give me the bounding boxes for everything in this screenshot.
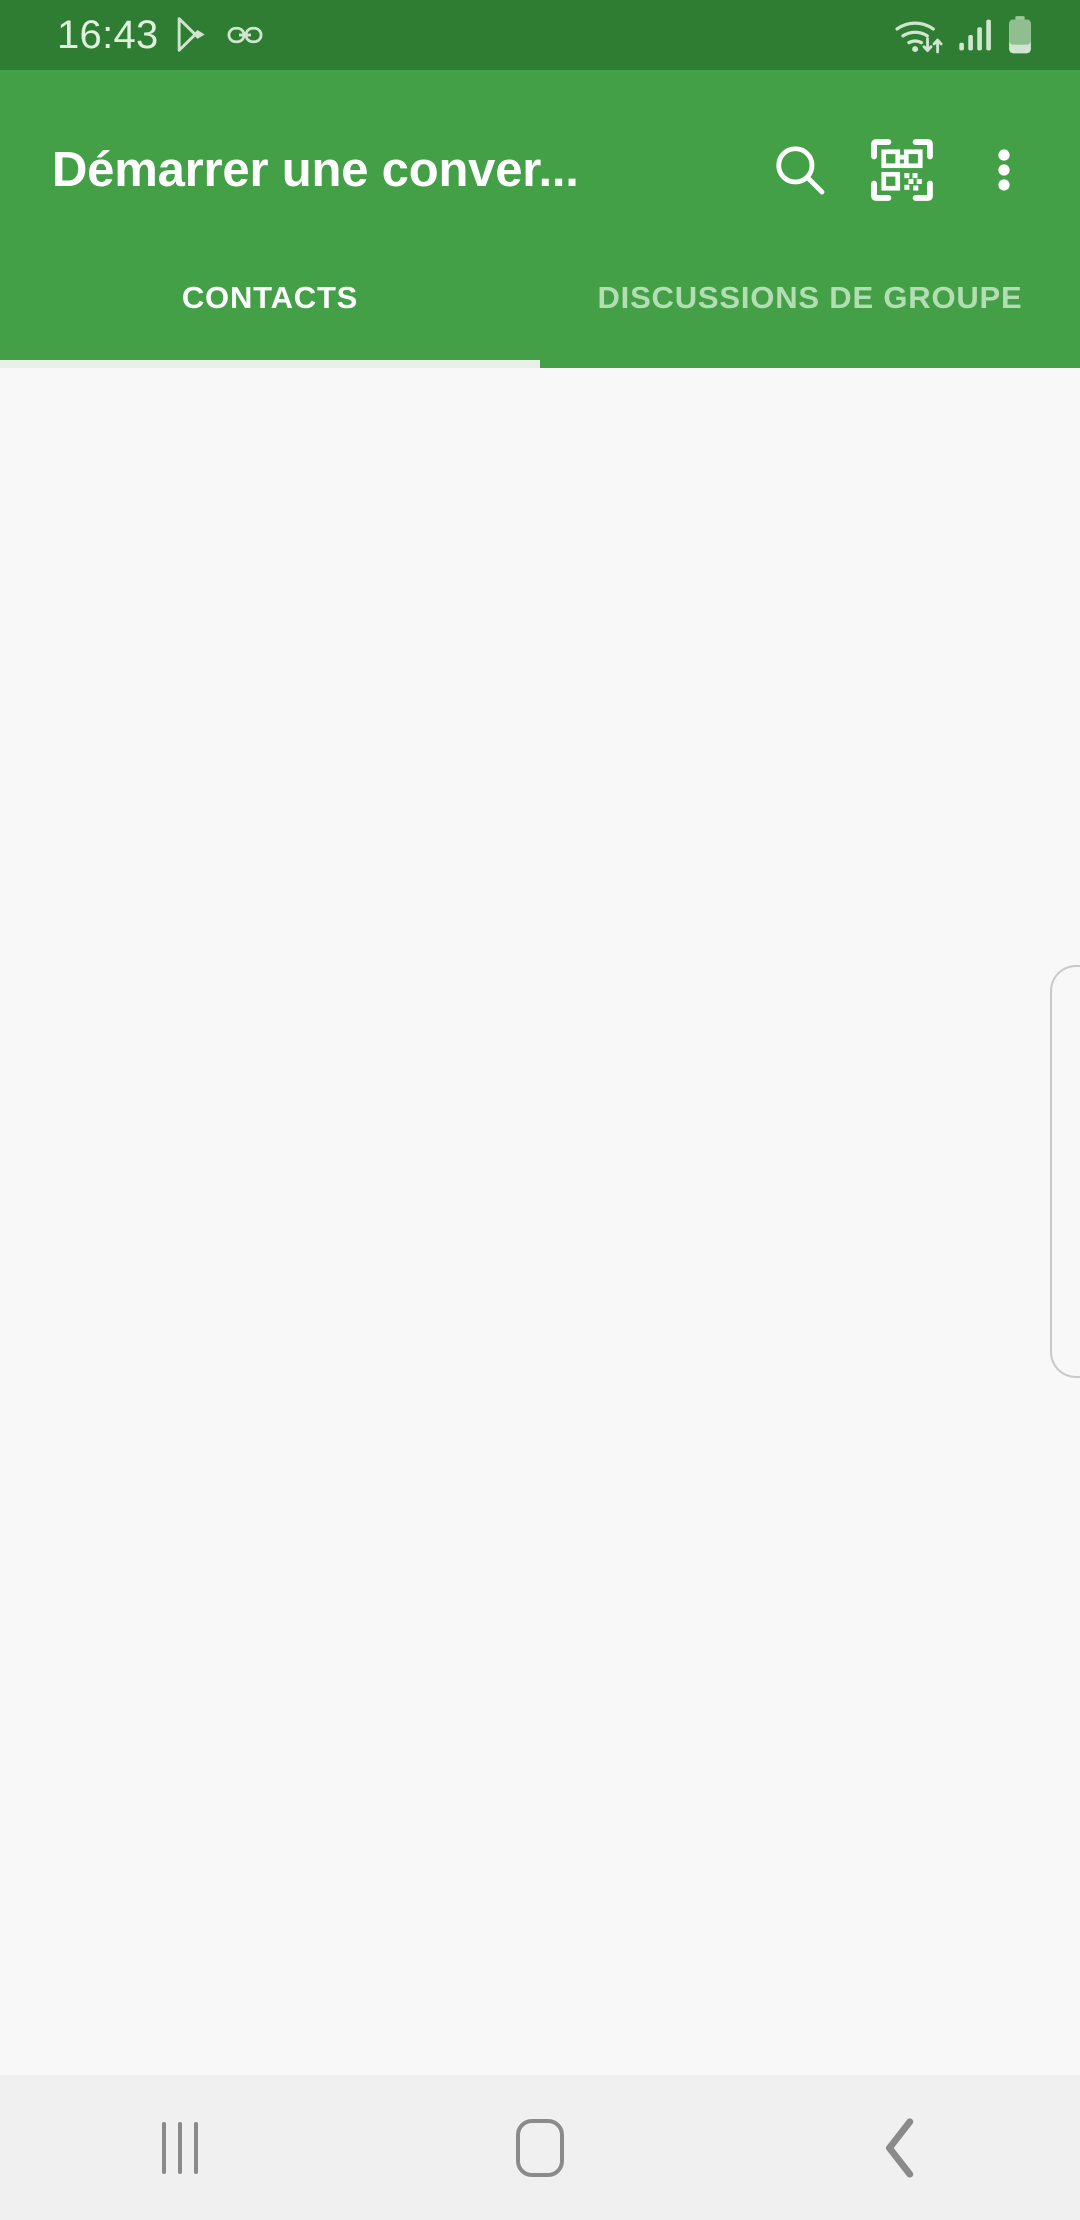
back-chevron-icon — [881, 2117, 919, 2179]
status-bar-right — [893, 15, 1080, 55]
home-button[interactable] — [360, 2075, 720, 2220]
app-bar: Démarrer une conver... CONTACTS DISCUSSI… — [0, 70, 1080, 368]
cellular-signal-icon — [958, 18, 994, 52]
system-navigation-bar — [0, 2075, 1080, 2220]
search-button[interactable] — [752, 122, 848, 218]
app-bar-actions — [752, 122, 1080, 218]
battery-icon — [1007, 16, 1033, 54]
tab-group-discussions[interactable]: DISCUSSIONS DE GROUPE — [540, 270, 1080, 368]
home-icon — [516, 2118, 564, 2177]
qr-scan-button[interactable] — [854, 122, 950, 218]
recents-button[interactable] — [0, 2075, 360, 2220]
tab-indicator — [0, 360, 540, 368]
tab-group-discussions-label: DISCUSSIONS DE GROUPE — [597, 280, 1023, 315]
recents-icon — [162, 2121, 198, 2174]
link-icon — [227, 23, 263, 47]
qr-code-icon — [869, 137, 935, 203]
tab-contacts[interactable]: CONTACTS — [0, 270, 540, 368]
more-vert-icon — [978, 144, 1030, 196]
status-bar-left: 16:43 — [0, 15, 263, 55]
wifi-data-transfer-icon — [893, 15, 945, 55]
status-bar: 16:43 — [0, 0, 1080, 70]
page-title: Démarrer une conver... — [52, 143, 579, 197]
tab-bar: CONTACTS DISCUSSIONS DE GROUPE — [0, 270, 1080, 368]
contacts-list-container — [0, 368, 1080, 2075]
tab-contacts-label: CONTACTS — [181, 280, 359, 315]
phone-screen: 16:43 Démarrer une conver... CONTACTS DI… — [0, 0, 1080, 2220]
app-bar-top-row: Démarrer une conver... — [0, 70, 1080, 270]
overflow-menu-button[interactable] — [956, 122, 1052, 218]
search-icon — [771, 141, 829, 199]
back-button[interactable] — [720, 2075, 1080, 2220]
status-bar-clock: 16:43 — [57, 13, 159, 57]
vertical-scrollbar[interactable] — [1050, 965, 1080, 1378]
play-store-icon — [176, 17, 210, 53]
